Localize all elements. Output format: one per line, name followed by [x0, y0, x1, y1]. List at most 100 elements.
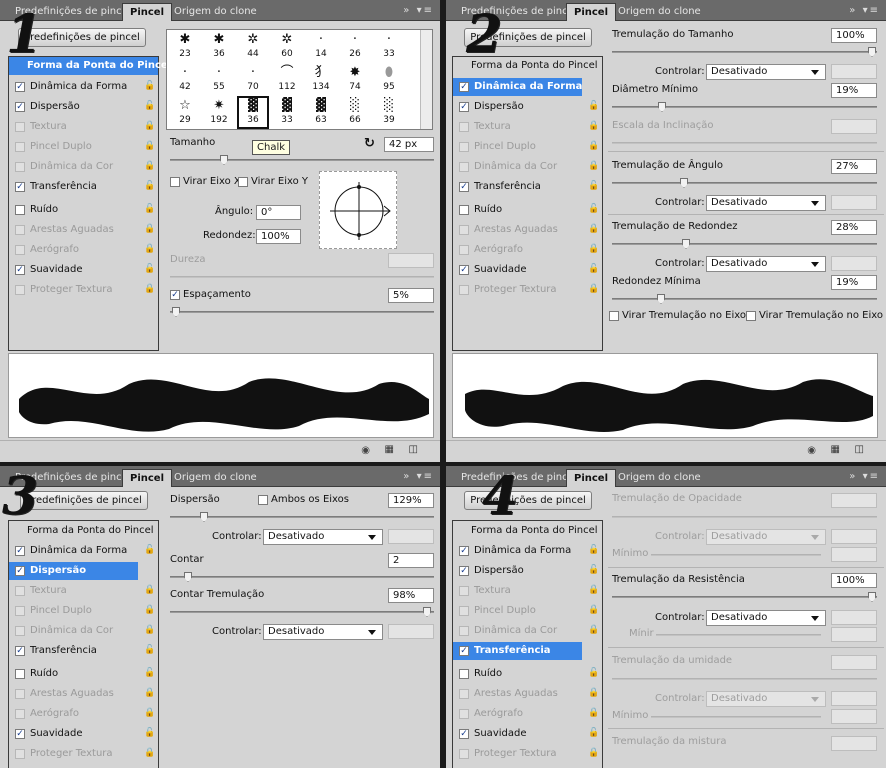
sidebar-item-wet-edges[interactable]: Arestas Aguadas 🔒 — [453, 685, 602, 703]
slider-thumb[interactable] — [172, 307, 180, 317]
checkbox[interactable] — [15, 606, 25, 616]
checkbox[interactable] — [459, 669, 469, 679]
flip-x-checkbox[interactable] — [170, 177, 180, 187]
sidebar-item-texture[interactable]: Textura 🔒 — [9, 118, 158, 136]
brush-presets-button[interactable]: Predefinições de pincel — [20, 491, 148, 510]
brush-tip[interactable]: ⬮ 95 — [373, 63, 405, 96]
sidebar-item-noise[interactable]: Ruído 🔓 — [453, 665, 602, 683]
sidebar-item-shape-dynamics[interactable]: ✓ Dinâmica da Forma — [453, 78, 582, 96]
control-value-box[interactable] — [831, 195, 877, 210]
brush-tip[interactable]: ░ 39 — [373, 96, 405, 129]
tab-brush[interactable]: Pincel — [122, 469, 173, 487]
checkbox[interactable]: ✓ — [459, 82, 469, 92]
flip-x-jitter-checkbox[interactable] — [609, 311, 619, 321]
sidebar-item-brush-tip-shape[interactable]: Forma da Ponta do Pincel — [453, 522, 602, 540]
flip-y-checkbox[interactable] — [238, 177, 248, 187]
sidebar-item-noise[interactable]: Ruído 🔓 — [9, 665, 158, 683]
brush-tip[interactable]: ⌒ 112 — [271, 63, 303, 96]
hardness-slider[interactable] — [170, 276, 434, 278]
lock-icon[interactable]: 🔒 — [144, 161, 155, 172]
checkbox[interactable] — [15, 626, 25, 636]
roundness-jitter-slider[interactable] — [612, 239, 877, 249]
slider-thumb[interactable] — [682, 239, 690, 249]
brush-tip[interactable]: · 70 — [237, 63, 269, 96]
lock-icon[interactable]: 🔒 — [144, 605, 155, 616]
brush-tip[interactable]: ░ 66 — [339, 96, 371, 129]
lock-icon[interactable]: 🔒 — [144, 688, 155, 699]
brush-tip[interactable]: ✲ 44 — [237, 30, 269, 63]
grid-scrollbar[interactable] — [420, 30, 432, 129]
checkbox[interactable] — [459, 709, 469, 719]
brush-tip[interactable]: ⺨ 134 — [305, 63, 337, 96]
checkbox[interactable] — [459, 245, 469, 255]
control-dropdown[interactable]: Desativado — [263, 624, 383, 640]
checkbox[interactable] — [459, 689, 469, 699]
roundness-value[interactable]: 100% — [256, 229, 301, 244]
lock-icon[interactable]: 🔒 — [144, 284, 155, 295]
checkbox[interactable] — [15, 709, 25, 719]
flip-y-jitter-checkbox[interactable] — [746, 311, 756, 321]
checkbox[interactable] — [15, 689, 25, 699]
lock-icon[interactable]: 🔒 — [588, 688, 599, 699]
lock-icon[interactable]: 🔒 — [588, 605, 599, 616]
brush-tip[interactable]: ✲ 60 — [271, 30, 303, 63]
lock-icon[interactable]: 🔒 — [588, 161, 599, 172]
lock-icon[interactable]: 🔒 — [588, 284, 599, 295]
slider-thumb[interactable] — [658, 102, 666, 112]
sidebar-item-transfer[interactable]: ✓ Transferência — [453, 642, 582, 660]
count-slider[interactable] — [170, 572, 434, 582]
sidebar-item-airbrush[interactable]: Aerógrafo 🔒 — [9, 705, 158, 723]
sidebar-item-scattering[interactable]: ✓ Dispersão 🔓 — [9, 98, 158, 116]
sidebar-item-scattering[interactable]: ✓ Dispersão 🔓 — [453, 98, 602, 116]
lock-icon[interactable]: 🔒 — [144, 224, 155, 235]
flow-jitter-slider[interactable] — [612, 592, 877, 602]
sidebar-item-airbrush[interactable]: Aerógrafo 🔒 — [453, 241, 602, 259]
sidebar-item-transfer[interactable]: ✓ Transferência 🔓 — [9, 178, 158, 196]
brush-tip[interactable]: · 42 — [169, 63, 201, 96]
sidebar-item-airbrush[interactable]: Aerógrafo 🔒 — [453, 705, 602, 723]
eye-icon[interactable]: ◉ — [807, 445, 816, 456]
min-roundness-value[interactable]: 19% — [831, 275, 877, 290]
angle-value[interactable]: 0° — [256, 205, 301, 220]
opacity-jitter-slider[interactable] — [612, 516, 877, 518]
sidebar-item-wet-edges[interactable]: Arestas Aguadas 🔒 — [9, 685, 158, 703]
lock-icon[interactable]: 🔒 — [144, 748, 155, 759]
sidebar-item-dual-brush[interactable]: Pincel Duplo 🔒 — [9, 138, 158, 156]
checkbox[interactable] — [15, 122, 25, 132]
mix-jitter-value[interactable] — [831, 736, 877, 751]
reset-size-icon[interactable]: ↻ — [364, 136, 375, 151]
checkbox[interactable] — [459, 606, 469, 616]
hardness-value[interactable] — [388, 253, 434, 268]
lock-icon[interactable]: 🔒 — [144, 121, 155, 132]
lock-icon[interactable]: 🔒 — [144, 141, 155, 152]
control-dropdown[interactable]: Desativado — [706, 691, 826, 707]
sidebar-item-protect-texture[interactable]: Proteger Textura 🔒 — [453, 281, 602, 299]
lock-icon[interactable]: 🔒 — [144, 625, 155, 636]
brush-tip[interactable]: ✱ 36 — [203, 30, 235, 63]
count-jitter-value[interactable]: 98% — [388, 588, 434, 603]
slider-thumb[interactable] — [680, 178, 688, 188]
slider-thumb[interactable] — [423, 607, 431, 617]
brush-tip[interactable]: · 55 — [203, 63, 235, 96]
grid-icon[interactable]: ▦ — [831, 444, 840, 455]
lock-icon[interactable]: 🔒 — [144, 244, 155, 255]
wetness-jitter-value[interactable] — [831, 655, 877, 670]
sidebar-item-texture[interactable]: Textura 🔒 — [453, 582, 602, 600]
checkbox[interactable] — [459, 142, 469, 152]
lock-icon[interactable]: 🔒 — [588, 748, 599, 759]
lock-icon[interactable]: 🔓 — [144, 728, 155, 739]
control-value-box[interactable] — [388, 529, 434, 544]
lock-icon[interactable]: 🔓 — [144, 645, 155, 656]
slider-thumb[interactable] — [220, 155, 228, 165]
sidebar-item-protect-texture[interactable]: Proteger Textura 🔒 — [9, 281, 158, 299]
min-diameter-slider[interactable] — [612, 102, 877, 112]
checkbox[interactable] — [459, 205, 469, 215]
checkbox[interactable] — [15, 162, 25, 172]
checkbox[interactable]: ✓ — [15, 729, 25, 739]
lock-icon[interactable]: 🔓 — [144, 204, 155, 215]
lock-icon[interactable]: 🔒 — [144, 585, 155, 596]
panel-menu-icon[interactable]: » ▾≡ — [849, 471, 880, 482]
sidebar-item-noise[interactable]: Ruído 🔓 — [9, 201, 158, 219]
lock-icon[interactable]: 🔓 — [588, 264, 599, 275]
sidebar-item-smoothing[interactable]: ✓ Suavidade 🔓 — [453, 261, 602, 279]
